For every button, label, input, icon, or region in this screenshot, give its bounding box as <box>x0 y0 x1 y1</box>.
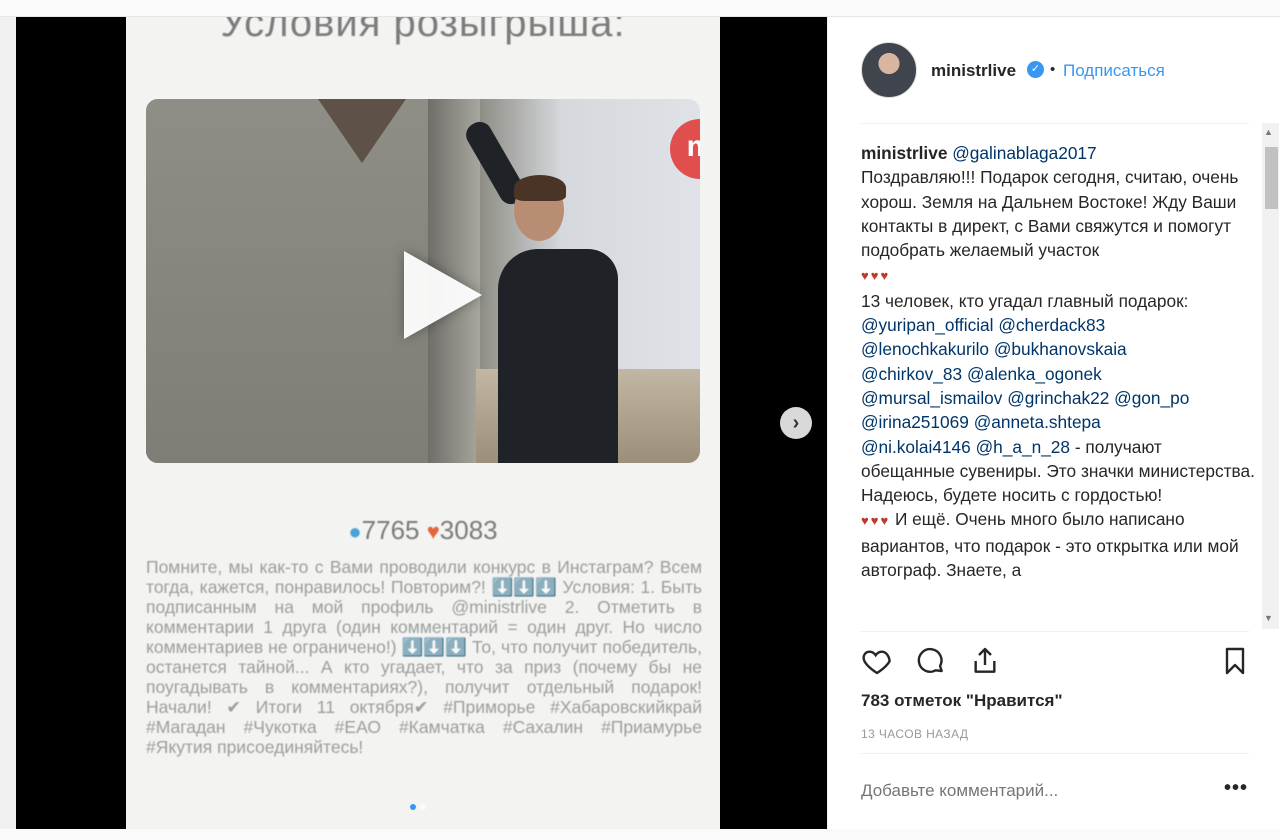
phone-title: Условия розыгрыша: <box>220 17 626 45</box>
comments-count: 7765 <box>361 515 420 545</box>
follow-button[interactable]: Подписаться <box>1063 61 1165 81</box>
comment-bubble-icon: ● <box>348 519 362 545</box>
carousel-dot <box>420 804 426 810</box>
screenshot-phone: Условия розыгрыша: m ●7765 ♥3083 Помните… <box>126 17 720 829</box>
mention-link[interactable]: @alenka_ogonek <box>967 364 1102 384</box>
avatar[interactable] <box>861 42 917 98</box>
hearts-emoji: ♥♥♥ <box>861 268 891 284</box>
likes-count: 3083 <box>439 515 498 545</box>
chevron-right-icon: › <box>792 412 800 434</box>
share-button[interactable] <box>969 645 1003 679</box>
save-button[interactable] <box>1219 645 1253 679</box>
mention-link[interactable]: @cherdack83 <box>998 315 1105 335</box>
next-button[interactable]: › <box>780 407 812 439</box>
bookmark-icon <box>1225 647 1245 675</box>
hearts-emoji: ♥♥♥ <box>861 513 891 529</box>
caption-comment: ministrlive @galinablaga2017 Поздравляю!… <box>861 141 1256 629</box>
mention-link[interactable]: @mursal_ismailov <box>861 388 1002 408</box>
mention-link[interactable]: @yuripan_official <box>861 315 994 335</box>
mention-link[interactable]: @h_a_n_28 <box>976 437 1070 457</box>
scrollbar-thumb[interactable] <box>1265 147 1278 209</box>
scroll-down-icon[interactable]: ▼ <box>1264 613 1273 623</box>
mention-link[interactable]: @bukhanovskaia <box>994 339 1127 359</box>
mention-link[interactable]: @gon_po <box>1114 388 1189 408</box>
man-body <box>498 249 618 463</box>
post-media[interactable]: Условия розыгрыша: m ●7765 ♥3083 Помните… <box>16 17 827 829</box>
video-thumbnail[interactable]: m <box>146 99 700 463</box>
mention-link[interactable]: @ni.kolai4146 <box>861 437 971 457</box>
post-stats: ●7765 ♥3083 <box>126 515 720 546</box>
post-timestamp[interactable]: 13 ЧАСОВ НАЗАД <box>861 727 968 741</box>
username-link[interactable]: ministrlive <box>931 61 1016 81</box>
more-options-icon[interactable]: ••• <box>1224 777 1248 800</box>
divider <box>861 123 1249 124</box>
channel-badge-icon: m <box>670 119 700 179</box>
scroll-up-icon[interactable]: ▲ <box>1264 127 1273 137</box>
bottom-bar <box>0 829 1280 840</box>
comment-author[interactable]: ministrlive <box>861 143 947 163</box>
likes-count[interactable]: 783 отметок "Нравится" <box>861 691 1063 711</box>
post-header: ministrlive ✓ • Подписаться <box>828 17 1280 123</box>
mention-link[interactable]: @anneta.shtepa <box>974 412 1101 432</box>
divider <box>861 631 1249 632</box>
comment-button[interactable] <box>915 645 949 679</box>
wall-triangle <box>318 99 406 163</box>
mention-link[interactable]: @grinchak22 <box>1007 388 1109 408</box>
verified-badge-icon: ✓ <box>1027 61 1044 78</box>
mention-link[interactable]: @galinablaga2017 <box>952 143 1096 163</box>
post-sidebar: ministrlive ✓ • Подписаться ministrlive … <box>827 17 1280 829</box>
comment-text: 13 человек, кто угадал главный подарок: <box>861 290 1189 311</box>
heart-icon: ♥ <box>426 519 440 545</box>
play-icon[interactable] <box>404 251 482 339</box>
divider <box>861 753 1249 754</box>
mention-link[interactable]: @irina251069 <box>861 412 969 432</box>
heart-icon <box>862 650 891 675</box>
phone-caption: Помните, мы как-то с Вами проводили конк… <box>146 557 702 757</box>
carousel-dots <box>408 797 428 815</box>
comment-text: Поздравляю!!! Подарок сегодня, считаю, о… <box>861 167 1239 261</box>
share-icon <box>974 647 996 673</box>
carousel-dot-active <box>410 804 416 810</box>
top-bar <box>0 0 1280 17</box>
mention-link[interactable]: @chirkov_83 <box>861 364 962 384</box>
comment-icon <box>917 647 943 673</box>
mention-link[interactable]: @lenochkakurilo <box>861 339 989 359</box>
man-hair <box>514 175 566 201</box>
comment-text: И ещё. Очень много было написано вариант… <box>861 509 1239 581</box>
post-dialog: Условия розыгрыша: m ●7765 ♥3083 Помните… <box>16 17 1280 829</box>
comment-input[interactable] <box>861 781 1191 801</box>
like-button[interactable] <box>861 645 895 679</box>
separator: • <box>1050 61 1056 78</box>
action-bar <box>861 645 1249 685</box>
